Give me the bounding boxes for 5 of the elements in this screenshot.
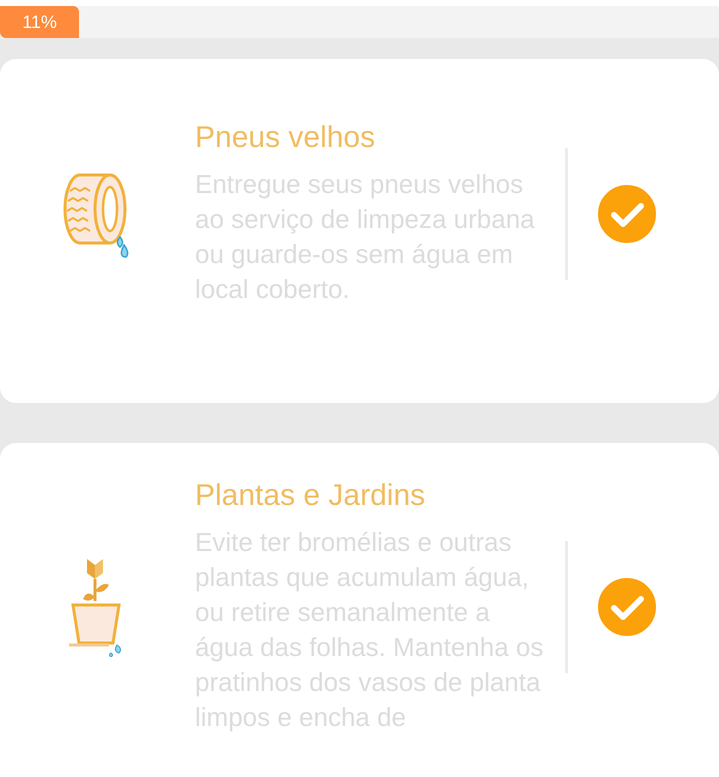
check-icon[interactable] [598,185,656,243]
check-icon[interactable] [598,578,656,636]
tip-title: Plantas e Jardins [195,479,426,513]
progress-reading: 11% [22,12,57,32]
tip-title: Pneus velhos [195,121,376,155]
